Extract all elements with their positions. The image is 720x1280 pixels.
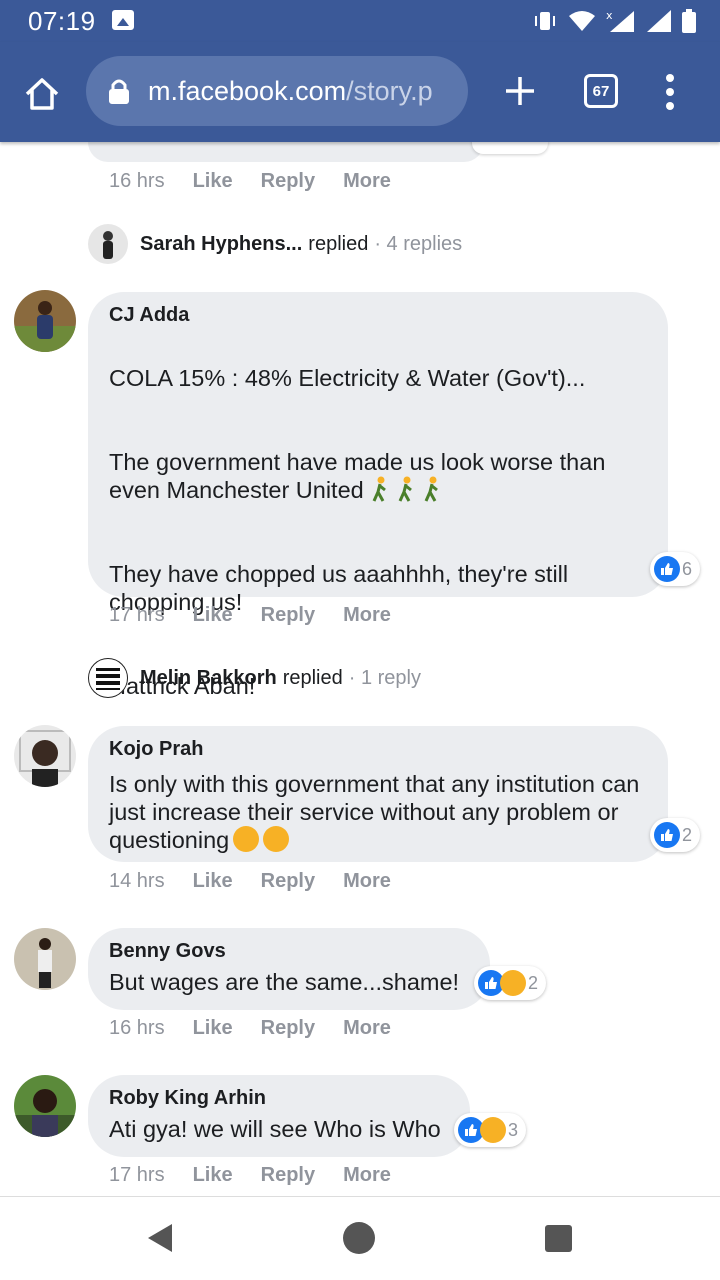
walking-emoji-icon (424, 476, 438, 502)
more-link[interactable]: More (343, 604, 391, 627)
more-link[interactable]: More (343, 1017, 391, 1040)
comment-text-content: Is only with this government that any in… (109, 771, 640, 853)
comment-time: 17 hrs (109, 1164, 165, 1186)
comment-bubble: CJ Adda COLA 15% : 48% Electricity & Wat… (88, 292, 668, 699)
wifi-icon (569, 11, 595, 31)
reply-link[interactable]: Reply (261, 1164, 315, 1187)
reaction-summary[interactable]: 2 (474, 966, 547, 1000)
avatar[interactable] (14, 928, 76, 990)
view-replies-link[interactable]: Melin Bakkorh replied · 1 reply (88, 658, 421, 698)
comment-bubble: Roby King Arhin Ati gya! we will see Who… (88, 1075, 470, 1157)
previous-comment-reactions[interactable] (472, 142, 548, 154)
sad-icon (500, 970, 526, 996)
comments-feed: 16 hrs Like Reply More Sarah Hyphens... … (0, 142, 720, 1196)
reply-link[interactable]: Reply (261, 604, 315, 627)
lock-icon (109, 79, 129, 104)
nav-home-icon[interactable] (343, 1222, 375, 1254)
reply-count: · 1 reply (348, 666, 421, 689)
reaction-count: 6 (682, 558, 693, 579)
like-link[interactable]: Like (193, 1017, 233, 1040)
comment-bubble: Kojo Prah Is only with this government t… (88, 726, 668, 862)
reply-link[interactable]: Reply (261, 870, 315, 893)
nav-back-icon[interactable] (146, 1223, 174, 1253)
status-bar: 07:19 x (0, 0, 720, 42)
comment-paragraph: The government have made us look worse t… (109, 448, 648, 504)
avatar[interactable] (14, 725, 76, 787)
more-link[interactable]: More (343, 170, 391, 193)
walking-emoji-icon (372, 476, 386, 502)
comment-author[interactable]: Benny Govs (109, 938, 470, 964)
haha-icon (480, 1117, 506, 1143)
address-bar[interactable]: m.facebook.com/story.p (86, 56, 468, 126)
comment-text: But wages are the same...shame! (109, 969, 460, 995)
comment-actions: 14 hrs Like Reply More (109, 870, 391, 893)
tabs-button[interactable]: 67 (584, 74, 618, 108)
comment-text: Is only with this government that any in… (109, 770, 648, 854)
home-icon[interactable] (22, 74, 62, 114)
reply-link[interactable]: Reply (261, 170, 315, 193)
reply-author: Melin Bakkorh (140, 666, 277, 689)
reply-author: Sarah Hyphens... (140, 232, 303, 255)
avatar[interactable] (14, 1075, 76, 1137)
svg-text:x: x (606, 9, 613, 22)
more-link[interactable]: More (343, 870, 391, 893)
comment-author[interactable]: Kojo Prah (109, 736, 648, 762)
thinking-emoji-icon (263, 826, 290, 852)
like-icon (654, 822, 680, 848)
reaction-summary[interactable]: 6 (650, 552, 701, 586)
vibrate-icon (535, 12, 555, 30)
like-link[interactable]: Like (193, 170, 233, 193)
reaction-count: 2 (528, 972, 539, 993)
reaction-count: 2 (682, 824, 693, 845)
comment-time: 14 hrs (109, 870, 165, 892)
like-link[interactable]: Like (193, 870, 233, 893)
reaction-summary[interactable]: 2 (650, 818, 701, 852)
previous-comment-bubble (88, 142, 484, 162)
status-time: 07:19 (28, 6, 96, 36)
avatar[interactable] (14, 290, 76, 352)
reply-text: replied (308, 232, 369, 255)
comment-paragraph: COLA 15% : 48% Electricity & Water (Gov'… (109, 365, 586, 391)
comment-actions: 16 hrs Like Reply More (109, 1017, 391, 1040)
like-link[interactable]: Like (193, 604, 233, 627)
url-path: /story.p (346, 75, 433, 106)
signal-icon (647, 10, 671, 32)
thinking-emoji-icon (233, 826, 260, 852)
reaction-count: 3 (508, 1119, 519, 1140)
comment-paragraph-text: The government have made us look worse t… (109, 449, 606, 503)
comment-time: 17 hrs (109, 604, 165, 626)
nav-recents-icon[interactable] (545, 1225, 572, 1252)
view-replies-link[interactable]: Sarah Hyphens... replied · 4 replies (88, 224, 462, 264)
walking-emoji-icon (398, 476, 412, 502)
reply-link[interactable]: Reply (261, 1017, 315, 1040)
comment-author[interactable]: CJ Adda (109, 302, 648, 328)
gallery-notification-icon (112, 10, 134, 30)
battery-icon (682, 9, 696, 33)
like-link[interactable]: Like (193, 1164, 233, 1187)
more-vert-icon[interactable] (660, 73, 680, 111)
comment-actions: 17 hrs Like Reply More (109, 604, 391, 627)
more-link[interactable]: More (343, 1164, 391, 1187)
reply-text: replied (282, 666, 343, 689)
comment-bubble: Benny Govs But wages are the same...sham… (88, 928, 490, 1010)
comment-time: 16 hrs (109, 1017, 165, 1039)
avatar (88, 658, 128, 698)
plus-icon[interactable] (503, 74, 537, 108)
reply-count: · 4 replies (374, 232, 463, 255)
comment-author[interactable]: Roby King Arhin (109, 1085, 450, 1111)
reaction-summary[interactable]: 3 (454, 1113, 527, 1147)
like-icon (654, 556, 680, 582)
comment-actions: 16 hrs Like Reply More (109, 170, 391, 193)
comment-time: 16 hrs (109, 170, 165, 192)
status-icons: x (532, 8, 696, 34)
comment-text: Ati gya! we will see Who is Who (109, 1116, 441, 1142)
url-domain: m.facebook.com (148, 75, 347, 106)
android-nav-bar (0, 1196, 720, 1280)
browser-toolbar: m.facebook.com/story.p 67 (0, 42, 720, 142)
comment-actions: 17 hrs Like Reply More (109, 1164, 391, 1187)
avatar (88, 224, 128, 264)
signal-x-icon: x (606, 9, 634, 32)
